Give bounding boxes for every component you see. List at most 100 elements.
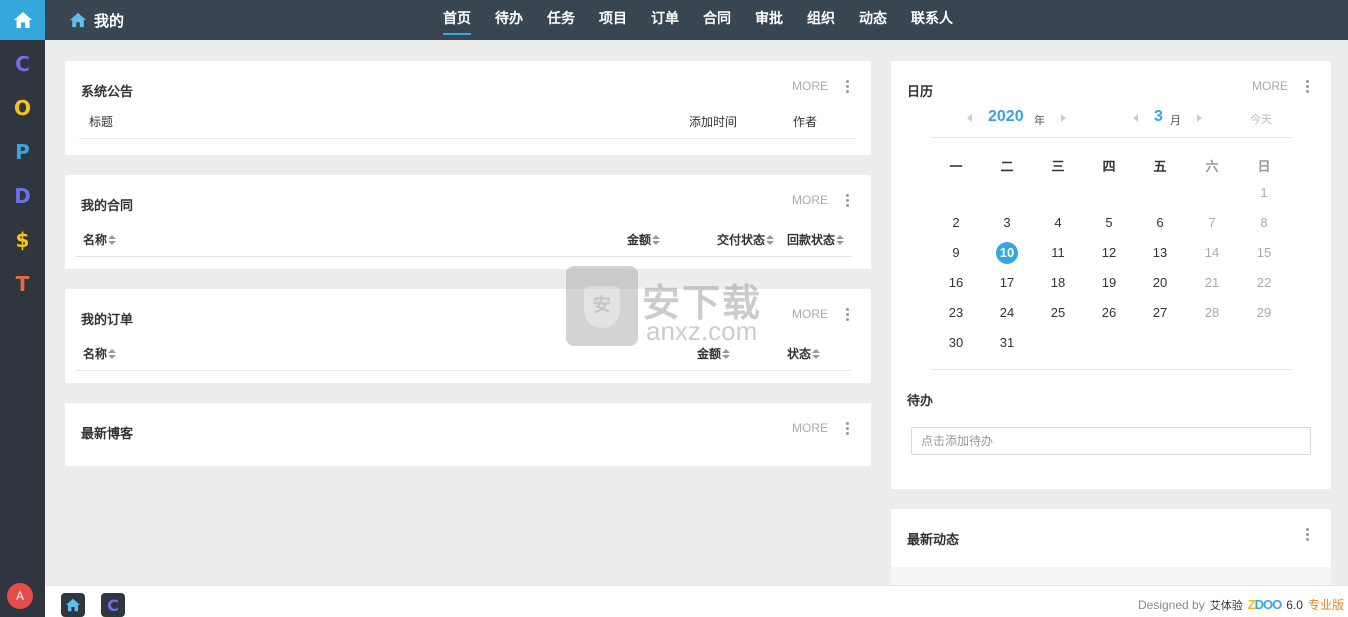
calendar-day[interactable]: 22: [1249, 272, 1279, 294]
calendar-day[interactable]: 3: [992, 212, 1022, 234]
calendar-day[interactable]: 17: [992, 272, 1022, 294]
weekday-header: 一: [949, 160, 963, 175]
panel-title: 我的合同: [81, 199, 134, 214]
footer: Designed by 艾体验 ZDOO 6.0 专业版: [1138, 596, 1344, 613]
announcement-panel: 系统公告 MORE 标题 添加时间 作者: [65, 61, 871, 155]
panel-title: 系统公告: [81, 85, 134, 100]
panel-title: 我的订单: [81, 313, 134, 328]
sort-icon: [812, 349, 821, 359]
more-link[interactable]: MORE: [792, 79, 828, 93]
dock-home-button[interactable]: [61, 593, 85, 617]
calendar-day[interactable]: 18: [1043, 272, 1073, 294]
more-options-icon[interactable]: [846, 308, 850, 322]
column-header: 标题: [89, 115, 114, 129]
nav-item[interactable]: 订单: [651, 0, 679, 40]
calendar-day[interactable]: 11: [1043, 242, 1073, 264]
sortable-column-header[interactable]: 回款状态: [787, 231, 845, 248]
prev-year-icon[interactable]: [967, 114, 972, 122]
more-options-icon[interactable]: [846, 194, 850, 208]
dock-crm-button[interactable]: C: [101, 593, 125, 617]
more-link[interactable]: MORE: [792, 193, 828, 207]
nav-item[interactable]: 合同: [703, 0, 731, 40]
calendar-day[interactable]: 9: [941, 242, 971, 264]
sortable-column-header[interactable]: 金额: [627, 231, 661, 248]
sort-icon: [652, 235, 661, 245]
sortable-column-header[interactable]: 名称: [83, 345, 117, 362]
rail-app-icon[interactable]: D: [0, 181, 45, 211]
nav-item[interactable]: 审批: [755, 0, 783, 40]
calendar-day[interactable]: 27: [1145, 302, 1175, 324]
panel-title: 最新动态: [907, 533, 960, 548]
orders-panel: 我的订单 MORE 名称 金额 状态: [65, 289, 871, 383]
app-rail: C O P D $ T A: [0, 0, 45, 617]
calendar-day[interactable]: 25: [1043, 302, 1073, 324]
divider: [75, 256, 851, 257]
calendar-day[interactable]: 13: [1145, 242, 1175, 264]
calendar-day[interactable]: 7: [1197, 212, 1227, 234]
contracts-panel: 我的合同 MORE 名称 金额 交付状态 回款状态: [65, 175, 871, 269]
calendar-day[interactable]: 1: [1249, 182, 1279, 204]
more-options-icon[interactable]: [846, 422, 850, 436]
prev-month-icon[interactable]: [1133, 114, 1138, 122]
sort-icon: [108, 235, 117, 245]
calendar-day[interactable]: 30: [941, 332, 971, 354]
divider: [931, 137, 1291, 138]
sort-icon: [766, 235, 775, 245]
calendar-day[interactable]: 12: [1094, 242, 1124, 264]
sortable-column-header[interactable]: 交付状态: [717, 231, 775, 248]
nav-item[interactable]: 待办: [495, 0, 523, 40]
calendar-day[interactable]: 15: [1249, 242, 1279, 264]
sortable-column-header[interactable]: 状态: [787, 345, 821, 362]
more-options-icon[interactable]: [1306, 528, 1310, 542]
calendar-day[interactable]: 24: [992, 302, 1022, 324]
nav-item[interactable]: 项目: [599, 0, 627, 40]
panel-title: 日历: [907, 85, 934, 100]
calendar-day[interactable]: 14: [1197, 242, 1227, 264]
more-options-icon[interactable]: [1306, 80, 1310, 94]
rail-app-icon[interactable]: $: [0, 225, 45, 255]
today-button[interactable]: 今天: [1250, 111, 1272, 127]
calendar-day[interactable]: 20: [1145, 272, 1175, 294]
more-link[interactable]: MORE: [792, 307, 828, 321]
rail-app-icon[interactable]: O: [0, 93, 45, 123]
calendar-day[interactable]: 29: [1249, 302, 1279, 324]
zdoo-logo[interactable]: ZDOO: [1248, 597, 1283, 612]
calendar-day[interactable]: 26: [1094, 302, 1124, 324]
calendar-day[interactable]: 21: [1197, 272, 1227, 294]
rail-app-icon[interactable]: C: [0, 49, 45, 79]
nav-item[interactable]: 联系人: [911, 0, 953, 40]
more-options-icon[interactable]: [846, 80, 850, 94]
sortable-column-header[interactable]: 金额: [697, 345, 731, 362]
sortable-column-header[interactable]: 名称: [83, 231, 117, 248]
more-link[interactable]: MORE: [1252, 79, 1288, 93]
column-header: 添加时间: [689, 115, 738, 129]
crm-app-icon: C: [107, 595, 119, 615]
calendar-day[interactable]: 4: [1043, 212, 1073, 234]
more-link[interactable]: MORE: [792, 421, 828, 435]
calendar-day[interactable]: 16: [941, 272, 971, 294]
next-year-icon[interactable]: [1061, 114, 1066, 122]
calendar-day-today[interactable]: 10: [992, 242, 1022, 264]
nav-item[interactable]: 首页: [443, 0, 471, 40]
main-nav: 首页 待办 任务 项目 订单 合同 审批 组织 动态 联系人: [443, 0, 977, 40]
calendar-day[interactable]: 23: [941, 302, 971, 324]
calendar-day[interactable]: 19: [1094, 272, 1124, 294]
column-header: 作者: [793, 115, 818, 129]
calendar-day[interactable]: 31: [992, 332, 1022, 354]
bottom-taskbar: C Designed by 艾体验 ZDOO 6.0 专业版: [45, 585, 1348, 617]
calendar-day[interactable]: 5: [1094, 212, 1124, 234]
nav-item[interactable]: 组织: [807, 0, 835, 40]
calendar-day[interactable]: 2: [941, 212, 971, 234]
calendar-day[interactable]: 28: [1197, 302, 1227, 324]
todo-input[interactable]: 点击添加待办: [911, 427, 1311, 455]
user-avatar[interactable]: A: [7, 583, 33, 609]
rail-app-icon[interactable]: P: [0, 137, 45, 167]
home-icon[interactable]: [0, 0, 45, 40]
nav-item[interactable]: 任务: [547, 0, 575, 40]
calendar-day[interactable]: 8: [1249, 212, 1279, 234]
brand-link[interactable]: 艾体验: [1210, 597, 1243, 613]
nav-item[interactable]: 动态: [859, 0, 887, 40]
rail-app-icon[interactable]: T: [0, 269, 45, 299]
calendar-day[interactable]: 6: [1145, 212, 1175, 234]
next-month-icon[interactable]: [1197, 114, 1202, 122]
